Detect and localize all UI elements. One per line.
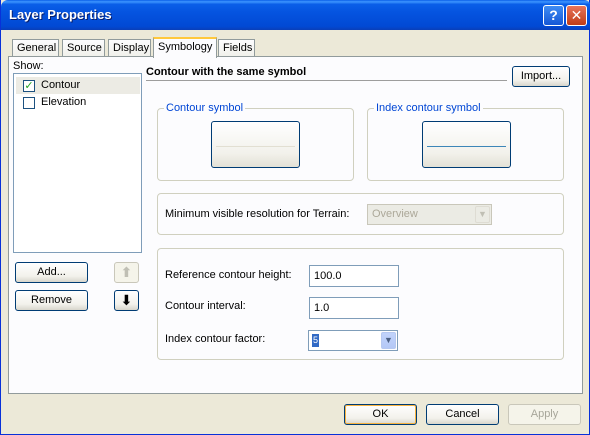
contour-checkbox[interactable]: ✓ [23, 80, 35, 92]
apply-button[interactable]: Apply [508, 404, 581, 425]
tab-source[interactable]: Source [62, 39, 105, 57]
min-resolution-value: Overview [372, 208, 418, 220]
contour-symbol-button[interactable] [211, 121, 300, 168]
contour-interval-input[interactable]: 1.0 [309, 297, 399, 319]
contour-parameters-group: Reference contour height: 100.0 Contour … [157, 248, 564, 360]
remove-button[interactable]: Remove [15, 290, 88, 311]
elevation-checkbox[interactable] [23, 97, 35, 109]
index-contour-symbol-title: Index contour symbol [374, 102, 483, 114]
close-icon: ✕ [570, 7, 583, 23]
help-icon: ? [549, 7, 558, 23]
chevron-down-icon: ▼ [381, 332, 396, 349]
arrow-up-icon: ⬆ [120, 264, 133, 280]
min-resolution-select[interactable]: Overview ▼ [367, 204, 492, 225]
show-label: Show: [13, 60, 44, 72]
index-contour-line-preview [427, 146, 506, 147]
tab-general[interactable]: General [12, 39, 59, 57]
min-resolution-label: Minimum visible resolution for Terrain: [165, 208, 350, 220]
add-button[interactable]: Add... [15, 262, 88, 283]
close-button[interactable]: ✕ [566, 5, 587, 26]
move-up-button[interactable]: ⬆ [114, 262, 139, 283]
renderer-heading: Contour with the same symbol [146, 65, 507, 81]
cancel-button[interactable]: Cancel [426, 404, 499, 425]
tab-display[interactable]: Display [108, 39, 151, 57]
arrow-down-icon: ⬇ [120, 292, 133, 308]
reference-height-label: Reference contour height: [165, 269, 292, 281]
title-bar[interactable]: Layer Properties ? ✕ [1, 0, 590, 30]
move-down-button[interactable]: ⬇ [114, 290, 139, 311]
index-contour-symbol-group: Index contour symbol [367, 102, 564, 181]
show-list[interactable]: ✓ Contour Elevation [13, 73, 142, 253]
index-factor-label: Index contour factor: [165, 333, 266, 345]
index-contour-symbol-button[interactable] [422, 121, 511, 168]
contour-line-preview [216, 146, 295, 147]
index-factor-value: 5 [312, 334, 320, 347]
layer-properties-dialog: Layer Properties ? ✕ General Source Disp… [0, 0, 590, 435]
tab-fields[interactable]: Fields [218, 39, 255, 57]
index-factor-select[interactable]: 5 ▼ [308, 330, 398, 351]
tab-symbology[interactable]: Symbology [153, 37, 217, 58]
list-item-contour[interactable]: ✓ Contour [16, 77, 140, 94]
chevron-down-icon: ▼ [475, 206, 490, 223]
list-item-label: Contour [41, 79, 81, 91]
contour-symbol-group: Contour symbol [157, 102, 354, 181]
contour-interval-label: Contour interval: [165, 300, 246, 312]
help-button[interactable]: ? [543, 5, 564, 26]
contour-symbol-title: Contour symbol [164, 102, 246, 114]
list-item-label: Elevation [41, 96, 87, 108]
dialog-title: Layer Properties [9, 7, 112, 22]
list-item-elevation[interactable]: Elevation [16, 94, 140, 111]
reference-height-input[interactable]: 100.0 [309, 265, 399, 287]
import-button[interactable]: Import... [512, 66, 570, 87]
resolution-group: Minimum visible resolution for Terrain: … [157, 193, 564, 235]
ok-button[interactable]: OK [344, 404, 417, 425]
